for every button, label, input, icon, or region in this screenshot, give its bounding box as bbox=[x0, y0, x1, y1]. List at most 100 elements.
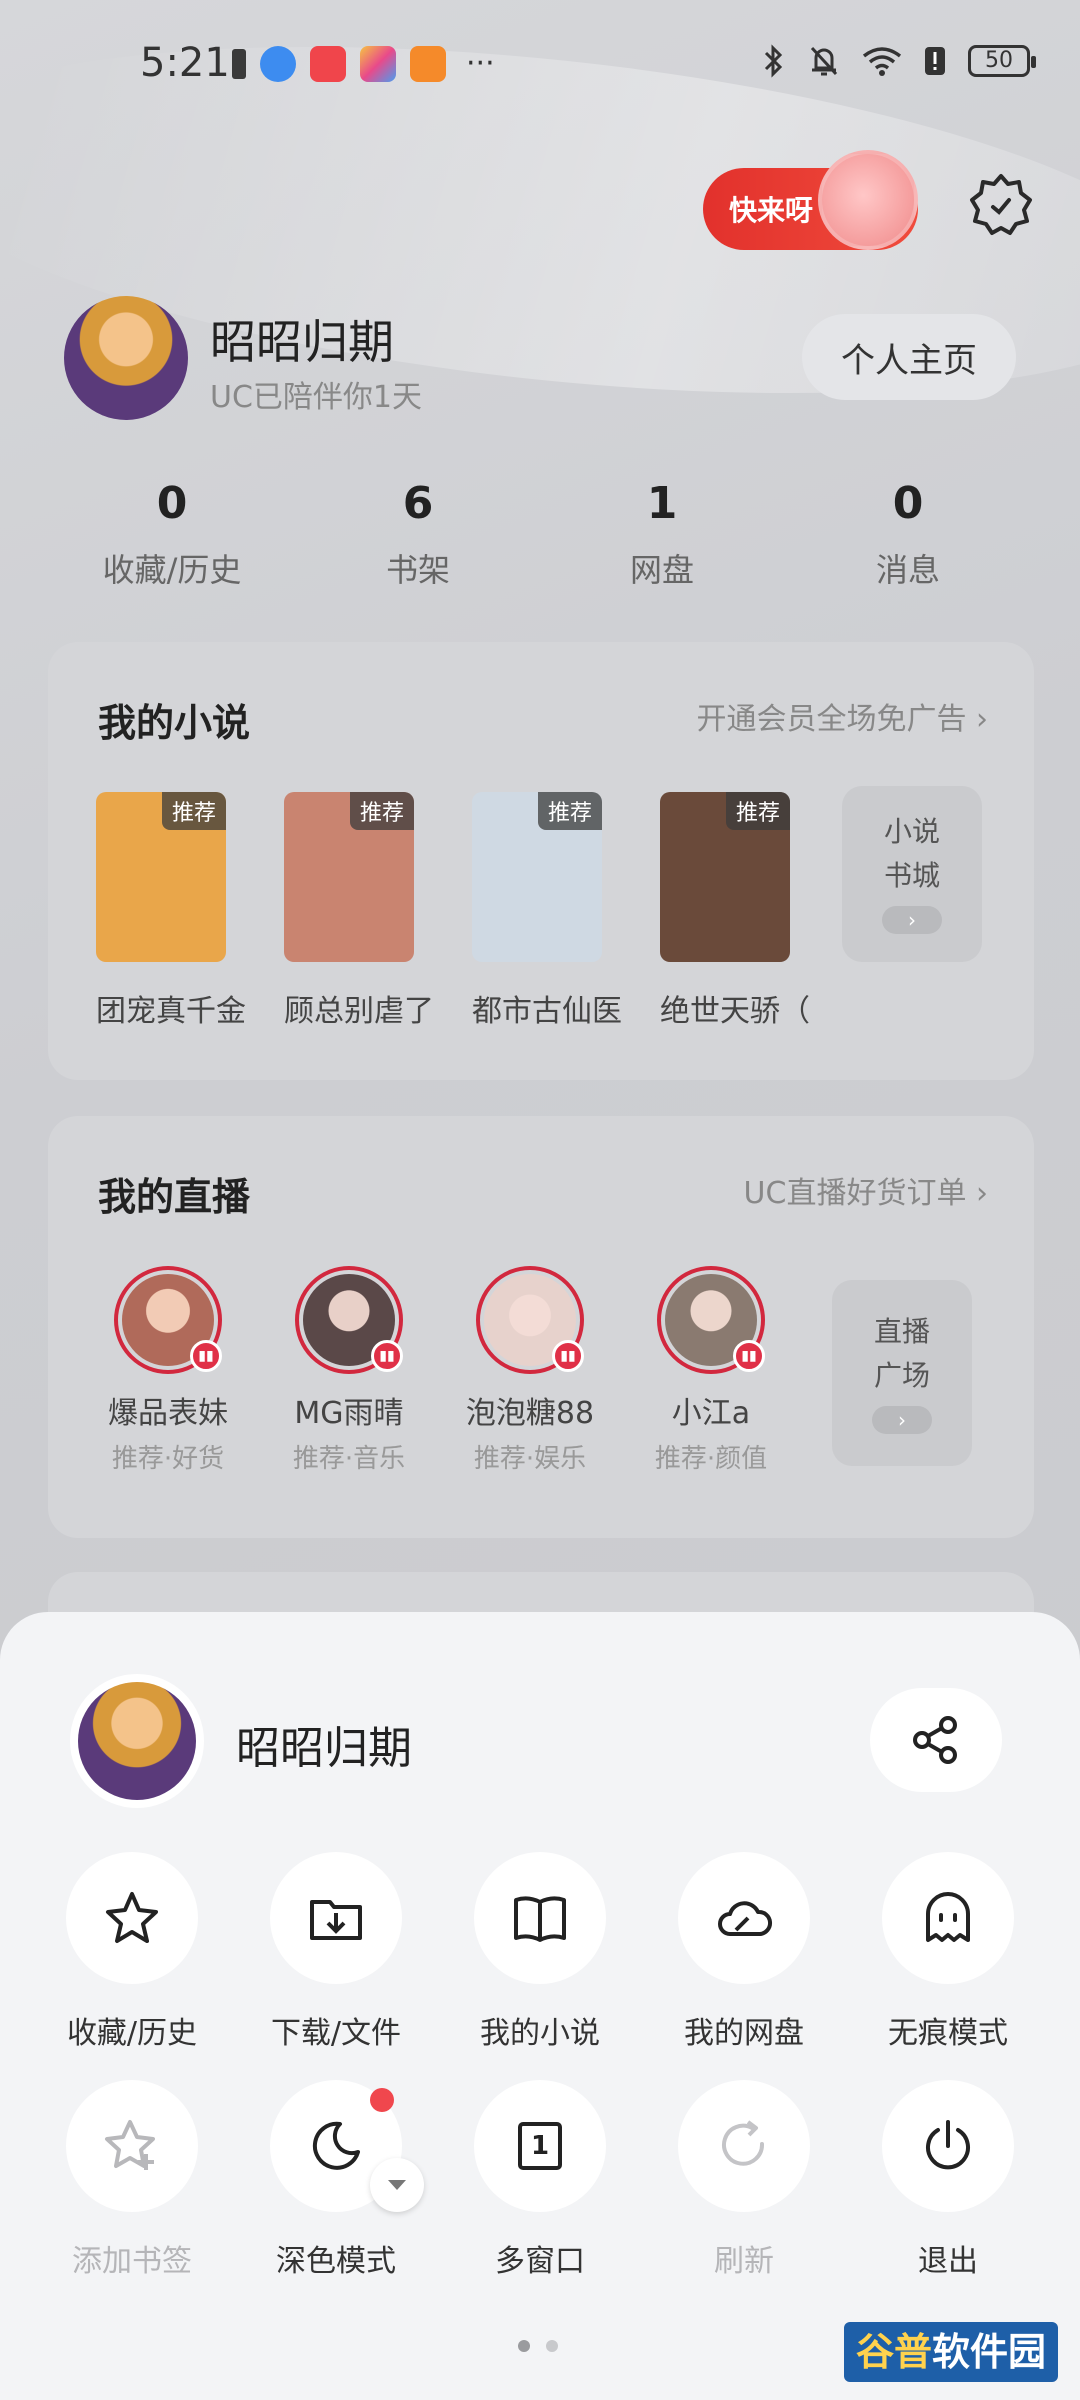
chevron-right-icon: › bbox=[882, 906, 942, 934]
vip-link[interactable]: 开通会员全场免广告 › bbox=[696, 694, 988, 738]
stat-value: 1 bbox=[646, 478, 678, 529]
streamer-name: 爆品表妹 bbox=[108, 1396, 228, 1431]
stat-cloud-drive[interactable]: 1 网盘 bbox=[562, 478, 762, 591]
gear-icon[interactable] bbox=[966, 170, 1036, 240]
live-indicator-icon: ▮▮ bbox=[552, 1340, 584, 1372]
live-orders-label: UC直播好货订单 bbox=[743, 1176, 967, 1211]
live-indicator-icon: ▮▮ bbox=[371, 1340, 403, 1372]
status-notification-icons: ··· bbox=[232, 46, 495, 82]
vip-link-label: 开通会员全场免广告 bbox=[696, 702, 967, 737]
streamer-item[interactable]: ▮▮ MG雨晴 推荐·音乐 bbox=[269, 1266, 429, 1475]
exit-button[interactable]: 退出 bbox=[858, 2080, 1038, 2280]
profile-name[interactable]: 昭昭归期 bbox=[210, 306, 394, 372]
stat-messages[interactable]: 0 消息 bbox=[808, 478, 1008, 591]
streamer-category: 推荐·音乐 bbox=[292, 1444, 406, 1474]
action-label: 多窗口 bbox=[495, 2244, 585, 2279]
stat-bookshelf[interactable]: 6 书架 bbox=[318, 478, 518, 591]
novel-store-button[interactable]: 小说 书城 › bbox=[842, 786, 982, 962]
sheet-avatar[interactable] bbox=[70, 1674, 204, 1808]
power-icon bbox=[926, 2120, 970, 2170]
cloud-drive-button[interactable]: 我的网盘 bbox=[654, 1852, 834, 2052]
homepage-button[interactable]: 个人主页 bbox=[802, 314, 1016, 400]
favorites-history-button[interactable]: 收藏/历史 bbox=[42, 1852, 222, 2052]
share-button[interactable] bbox=[870, 1688, 1002, 1792]
dark-mode-button[interactable]: 深色模式 bbox=[246, 2080, 426, 2280]
stat-value: 0 bbox=[156, 478, 188, 529]
streamer-item[interactable]: ▮▮ 爆品表妹 推荐·好货 bbox=[88, 1266, 248, 1475]
chevron-down-icon[interactable] bbox=[370, 2158, 424, 2212]
star-icon bbox=[106, 1892, 158, 1943]
refresh-button[interactable]: 刷新 bbox=[654, 2080, 834, 2280]
chevron-right-icon: › bbox=[976, 1176, 988, 1211]
add-bookmark-button[interactable]: 添加书签 bbox=[42, 2080, 222, 2280]
book-cover: 推荐 bbox=[284, 792, 414, 962]
status-bar: 5:21 ··· 50 bbox=[0, 0, 1080, 130]
chevron-right-icon: › bbox=[872, 1406, 932, 1434]
book-item[interactable]: 推荐 顾总别虐了 bbox=[284, 792, 434, 1030]
streamer-item[interactable]: ▮▮ 小江a 推荐·颜值 bbox=[631, 1266, 791, 1475]
status-time: 5:21 bbox=[140, 40, 230, 86]
recommend-tag: 推荐 bbox=[161, 792, 226, 830]
live-plaza-button[interactable]: 直播 广场 › bbox=[832, 1280, 972, 1466]
book-cover: 推荐 bbox=[96, 792, 226, 962]
chevron-right-icon: › bbox=[976, 702, 988, 737]
incognito-mode-button[interactable]: 无痕模式 bbox=[858, 1852, 1038, 2052]
action-circle bbox=[882, 2080, 1014, 2212]
action-circle bbox=[270, 1852, 402, 1984]
action-circle bbox=[66, 1852, 198, 1984]
book-icon bbox=[514, 1896, 566, 1942]
live-card: 我的直播 UC直播好货订单 › ▮▮ 爆品表妹 推荐·好货 ▮▮ MG雨晴 推荐… bbox=[48, 1116, 1034, 1538]
action-label: 刷新 bbox=[714, 2244, 774, 2279]
stat-favorites-history[interactable]: 0 收藏/历史 bbox=[72, 478, 272, 591]
live-title: 我的直播 bbox=[98, 1175, 251, 1219]
stat-label: 收藏/历史 bbox=[102, 551, 242, 589]
streamer-category: 推荐·好货 bbox=[111, 1444, 225, 1474]
multi-window-button[interactable]: 1 多窗口 bbox=[450, 2080, 630, 2280]
action-label: 退出 bbox=[918, 2244, 978, 2279]
streamer-name: 泡泡糖88 bbox=[465, 1396, 595, 1431]
book-item[interactable]: 推荐 绝世天骄（ bbox=[660, 792, 810, 1030]
book-item[interactable]: 推荐 团宠真千金 bbox=[96, 792, 246, 1030]
streamer-avatar: ▮▮ bbox=[295, 1266, 403, 1374]
live-indicator-icon: ▮▮ bbox=[733, 1340, 765, 1372]
watermark-part1: 谷普 bbox=[855, 2330, 932, 2374]
page-indicator bbox=[518, 2340, 558, 2352]
watermark-part2: 软件园 bbox=[931, 2330, 1046, 2374]
signal-alert-icon bbox=[925, 47, 945, 75]
huawei-store-icon bbox=[310, 46, 346, 82]
action-circle bbox=[882, 1852, 1014, 1984]
promo-label: 快来呀 bbox=[729, 194, 814, 227]
avatar[interactable] bbox=[64, 296, 188, 420]
downloads-files-button[interactable]: 下载/文件 bbox=[246, 1852, 426, 2052]
profile-subtitle: UC已陪伴你1天 bbox=[210, 380, 422, 415]
recommend-tag: 推荐 bbox=[349, 792, 414, 830]
action-label: 下载/文件 bbox=[270, 2016, 402, 2051]
streamer-avatar: ▮▮ bbox=[114, 1266, 222, 1374]
recommend-tag: 推荐 bbox=[537, 792, 602, 830]
streamer-name: 小江a bbox=[671, 1396, 751, 1431]
more-notifications-icon: ··· bbox=[466, 46, 495, 81]
window-count: 1 bbox=[530, 2131, 550, 2161]
action-circle bbox=[678, 2080, 810, 2212]
book-cover: 推荐 bbox=[472, 792, 602, 962]
my-novels-button[interactable]: 我的小说 bbox=[450, 1852, 630, 2052]
live-orders-link[interactable]: UC直播好货订单 › bbox=[744, 1168, 988, 1212]
pig-mascot-icon[interactable] bbox=[818, 150, 918, 250]
menu-sheet: 昭昭归期 收藏/历史 下载/文件 我的小说 我的网盘 无痕模式 添加书签 深色模… bbox=[0, 1612, 1080, 2400]
stat-label: 网盘 bbox=[629, 551, 694, 589]
live-indicator-icon: ▮▮ bbox=[190, 1340, 222, 1372]
sheet-profile-name[interactable]: 昭昭归期 bbox=[236, 1712, 412, 1776]
page-dot-active bbox=[518, 2340, 530, 2352]
action-label: 无痕模式 bbox=[888, 2016, 1008, 2051]
recommend-tag: 推荐 bbox=[725, 792, 790, 830]
streamer-item[interactable]: ▮▮ 泡泡糖88 推荐·娱乐 bbox=[450, 1266, 610, 1475]
streamer-name: MG雨晴 bbox=[294, 1396, 404, 1431]
share-icon bbox=[913, 1716, 957, 1764]
book-cover: 推荐 bbox=[660, 792, 790, 962]
browser-app-icon bbox=[260, 46, 296, 82]
novels-card: 我的小说 开通会员全场免广告 › 推荐 团宠真千金 推荐 顾总别虐了 推荐 都市… bbox=[48, 642, 1034, 1080]
action-label: 收藏/历史 bbox=[66, 2016, 198, 2051]
wifi-icon bbox=[862, 47, 902, 76]
book-item[interactable]: 推荐 都市古仙医 bbox=[472, 792, 622, 1030]
streamer-category: 推荐·娱乐 bbox=[473, 1444, 587, 1474]
